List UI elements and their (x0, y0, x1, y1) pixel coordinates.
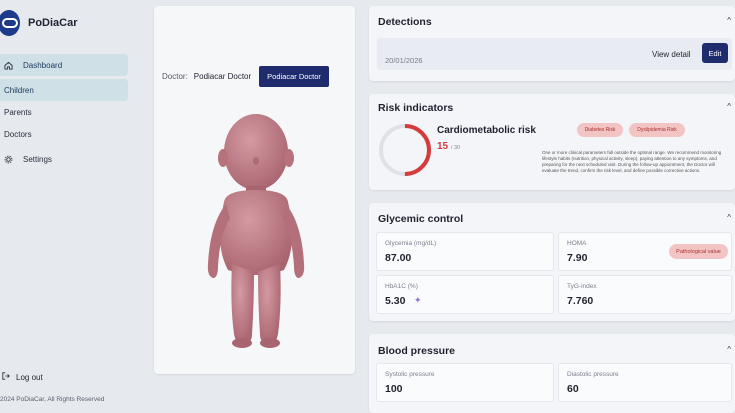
sidebar: PoDiaCar Dashboard Children Parents Doct… (0, 0, 138, 413)
metric-label: Glycemia (mg/dL) (385, 240, 437, 247)
podiacar-logo (0, 10, 20, 36)
metric-value: 87.00 (385, 252, 412, 264)
risk-score-value: 15 (437, 141, 449, 152)
sidebar-item-dashboard[interactable]: Dashboard (0, 54, 128, 76)
detections-title: Detections (378, 16, 432, 28)
metric-label: Diastolic pressure (567, 371, 619, 378)
copyright: 2024 PoDiaCar, All Rights Reserved (0, 396, 105, 403)
risk-description: One or more clinical parameters fall out… (542, 150, 722, 173)
metric-label: HOMA (567, 240, 587, 247)
collapse-icon[interactable]: ^ (727, 345, 731, 354)
blood-pressure-title: Blood pressure (378, 345, 456, 357)
dyslipidemia-risk-tag: Dyslipidemia Risk (629, 123, 685, 137)
sidebar-item-parents[interactable]: Parents (0, 101, 128, 123)
sidebar-item-settings[interactable]: Settings (0, 148, 128, 170)
sidebar-item-doctors[interactable]: Doctors (0, 123, 128, 145)
risk-score: 15 / 30 (437, 141, 460, 152)
sidebar-item-label: Parents (4, 107, 32, 117)
detection-date: 20/01/2026 (385, 56, 423, 65)
edit-button[interactable]: Edit (702, 43, 728, 63)
risk-name: Cardiometabolic risk (437, 125, 536, 136)
collapse-icon[interactable]: ^ (727, 102, 731, 111)
glycemia-metric: Glycemia (mg/dL) 87.00 (377, 233, 553, 270)
logout-label: Log out (16, 372, 43, 382)
metric-label: HbA1C (%) (385, 283, 418, 290)
doctor-button[interactable]: Podiacar Doctor (259, 66, 329, 87)
metric-value: 100 (385, 383, 403, 395)
app-name: PoDiaCar (28, 17, 78, 29)
pathological-value-tag: Pathological value (669, 244, 728, 259)
detections-card: Detections ^ 20/01/2026 View detail Edit (369, 6, 735, 81)
home-icon (4, 61, 13, 70)
risk-score-max: / 30 (450, 145, 461, 151)
metric-value: 5.30 (385, 295, 406, 307)
hba1c-metric: HbA1C (%) 5.30 ✦ (377, 276, 553, 313)
sidebar-item-children[interactable]: Children (0, 79, 128, 101)
child-body-figure (207, 114, 305, 348)
systolic-metric: Systolic pressure 100 (377, 364, 553, 401)
logout-button[interactable]: Log out (2, 372, 43, 382)
sparkle-icon[interactable]: ✦ (414, 295, 422, 306)
metric-label: Systolic pressure (385, 371, 435, 378)
sidebar-item-label: Dashboard (23, 60, 63, 70)
view-detail-button[interactable]: View detail (652, 50, 691, 59)
sidebar-item-label: Children (4, 85, 34, 95)
gear-icon (4, 155, 13, 164)
sidebar-nav: Dashboard Children Parents Doctors Setti… (0, 54, 128, 170)
glycemic-title: Glycemic control (378, 213, 464, 225)
doctor-name: Podiacar Doctor (193, 72, 252, 81)
sidebar-item-label: Settings (23, 154, 52, 164)
metric-label: TyG-index (567, 283, 597, 290)
doctor-row: Doctor: Podiacar Doctor Podiacar Doctor (162, 66, 329, 87)
collapse-icon[interactable]: ^ (727, 16, 731, 25)
risk-indicators-card: Risk indicators ^ Cardiometabolic risk 1… (369, 94, 735, 190)
collapse-icon[interactable]: ^ (727, 213, 731, 222)
metric-value: 7.90 (567, 252, 588, 264)
metric-value: 7.760 (567, 295, 594, 307)
risk-score-ring (379, 124, 431, 176)
doctor-label: Doctor: (162, 72, 188, 81)
detection-row[interactable]: 20/01/2026 View detail Edit (377, 38, 732, 70)
logout-icon (2, 372, 10, 382)
diastolic-metric: Diastolic pressure 60 (559, 364, 731, 401)
metric-value: 60 (567, 383, 579, 395)
diabetes-risk-tag: Diabetes Risk (577, 123, 623, 137)
risk-indicators-title: Risk indicators (378, 102, 454, 114)
child-avatar-panel: Doctor: Podiacar Doctor Podiacar Doctor (154, 6, 355, 374)
brand[interactable]: PoDiaCar (0, 10, 78, 36)
sidebar-item-label: Doctors (4, 129, 32, 139)
tyg-index-metric: TyG-index 7.760 (559, 276, 731, 313)
